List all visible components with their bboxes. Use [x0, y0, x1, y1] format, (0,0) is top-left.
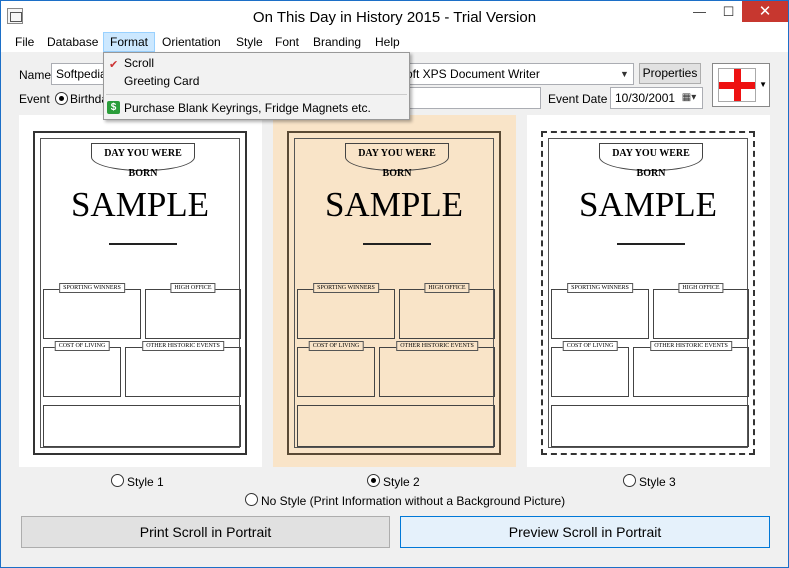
cost-of-living-box: COST OF LIVING — [297, 341, 375, 397]
scroll-preview: DAY YOU WERE BORN SAMPLE SPORTING WINNER… — [541, 131, 755, 455]
high-office-box: HIGH OFFICE — [399, 283, 495, 339]
name-combo[interactable]: Softpedia — [51, 63, 111, 85]
other-events-box: OTHER HISTORIC EVENTS — [379, 341, 495, 397]
calendar-icon[interactable]: ▦▾ — [676, 88, 702, 108]
scroll-border: DAY YOU WERE BORN SAMPLE SPORTING WINNER… — [294, 138, 495, 448]
maximize-button[interactable]: ☐ — [714, 1, 743, 22]
other-events-box: OTHER HISTORIC EVENTS — [125, 341, 241, 397]
info-box — [297, 405, 495, 447]
style-2-card[interactable]: DAY YOU WERE BORN SAMPLE SPORTING WINNER… — [273, 115, 516, 467]
style-2-radio[interactable] — [367, 474, 380, 487]
name-value: Softpedia — [56, 67, 107, 81]
banner-title: DAY YOU WERE BORN — [345, 143, 449, 179]
divider — [363, 243, 431, 245]
event-date-label: Event Date — [548, 92, 608, 106]
high-office-box: HIGH OFFICE — [145, 283, 241, 339]
chevron-down-icon[interactable]: ▼ — [616, 64, 633, 84]
sample-text: SAMPLE — [70, 185, 210, 224]
menu-item-greeting-card[interactable]: Greeting Card — [104, 72, 409, 90]
style-3-radio[interactable] — [623, 474, 636, 487]
sample-text: SAMPLE — [578, 185, 718, 224]
menu-file[interactable]: File — [9, 32, 40, 52]
scroll-border: DAY YOU WERE BORN SAMPLE SPORTING WINNER… — [40, 138, 241, 448]
menu-bar: File Database Format Orientation Style F… — [1, 32, 788, 52]
style-2-label: Style 2 — [383, 475, 420, 489]
scroll-border: DAY YOU WERE BORN SAMPLE SPORTING WINNER… — [548, 138, 749, 448]
menu-item-purchase[interactable]: $ Purchase Blank Keyrings, Fridge Magnet… — [104, 99, 409, 117]
event-date-value: 10/30/2001 — [615, 91, 676, 105]
menu-font[interactable]: Font — [269, 32, 305, 52]
banner-title: DAY YOU WERE BORN — [599, 143, 703, 179]
branding-flag-button[interactable]: ▼ — [712, 63, 770, 107]
info-box — [43, 405, 241, 447]
print-button[interactable]: Print Scroll in Portrait — [21, 516, 390, 548]
properties-button[interactable]: Properties — [639, 63, 701, 84]
window-title: On This Day in History 2015 - Trial Vers… — [252, 9, 537, 26]
dollar-icon: $ — [107, 101, 120, 114]
sporting-winners-box: SPORTING WINNERS — [297, 283, 395, 339]
no-style-radio[interactable] — [245, 493, 258, 506]
menu-item-scroll[interactable]: ✔ Scroll — [104, 54, 409, 72]
close-button[interactable]: ✕ — [742, 1, 788, 22]
scroll-preview: DAY YOU WERE BORN SAMPLE SPORTING WINNER… — [33, 131, 247, 455]
event-input[interactable] — [401, 87, 541, 109]
sporting-winners-box: SPORTING WINNERS — [43, 283, 141, 339]
banner-title: DAY YOU WERE BORN — [91, 143, 195, 179]
style-3-label: Style 3 — [639, 475, 676, 489]
minimize-button[interactable]: — — [685, 1, 714, 22]
style-1-card[interactable]: DAY YOU WERE BORN SAMPLE SPORTING WINNER… — [19, 115, 262, 467]
menu-orientation[interactable]: Orientation — [156, 32, 227, 52]
name-label: Name — [19, 68, 52, 82]
format-dropdown-menu: ✔ Scroll Greeting Card $ Purchase Blank … — [103, 52, 410, 120]
app-window: On This Day in History 2015 - Trial Vers… — [0, 0, 789, 568]
printer-combo[interactable]: oft XPS Document Writer ▼ — [401, 63, 634, 85]
event-date-field[interactable]: 10/30/2001 ▦▾ — [610, 87, 703, 109]
style-1-label: Style 1 — [127, 475, 164, 489]
no-style-label: No Style (Print Information without a Ba… — [261, 494, 566, 508]
info-box — [551, 405, 749, 447]
menu-format[interactable]: Format — [103, 32, 156, 52]
preview-button[interactable]: Preview Scroll in Portrait — [400, 516, 770, 548]
other-events-box: OTHER HISTORIC EVENTS — [633, 341, 749, 397]
menu-help[interactable]: Help — [369, 32, 406, 52]
chevron-down-icon[interactable]: ▼ — [759, 80, 767, 89]
scroll-preview: DAY YOU WERE BORN SAMPLE SPORTING WINNER… — [287, 131, 501, 455]
sporting-winners-box: SPORTING WINNERS — [551, 283, 649, 339]
menu-database[interactable]: Database — [41, 32, 104, 52]
printer-value: oft XPS Document Writer — [406, 67, 540, 81]
england-flag-icon — [718, 68, 756, 102]
cost-of-living-box: COST OF LIVING — [551, 341, 629, 397]
divider — [617, 243, 685, 245]
divider — [109, 243, 177, 245]
high-office-box: HIGH OFFICE — [653, 283, 749, 339]
style-1-radio[interactable] — [111, 474, 124, 487]
menu-separator — [106, 94, 407, 95]
title-bar: On This Day in History 2015 - Trial Vers… — [1, 1, 788, 32]
menu-branding[interactable]: Branding — [307, 32, 367, 52]
event-birthday-radio[interactable] — [55, 92, 68, 105]
sample-text: SAMPLE — [324, 185, 464, 224]
style-3-card[interactable]: DAY YOU WERE BORN SAMPLE SPORTING WINNER… — [527, 115, 770, 467]
cost-of-living-box: COST OF LIVING — [43, 341, 121, 397]
menu-style[interactable]: Style — [230, 32, 269, 52]
event-label: Event — [19, 92, 50, 106]
